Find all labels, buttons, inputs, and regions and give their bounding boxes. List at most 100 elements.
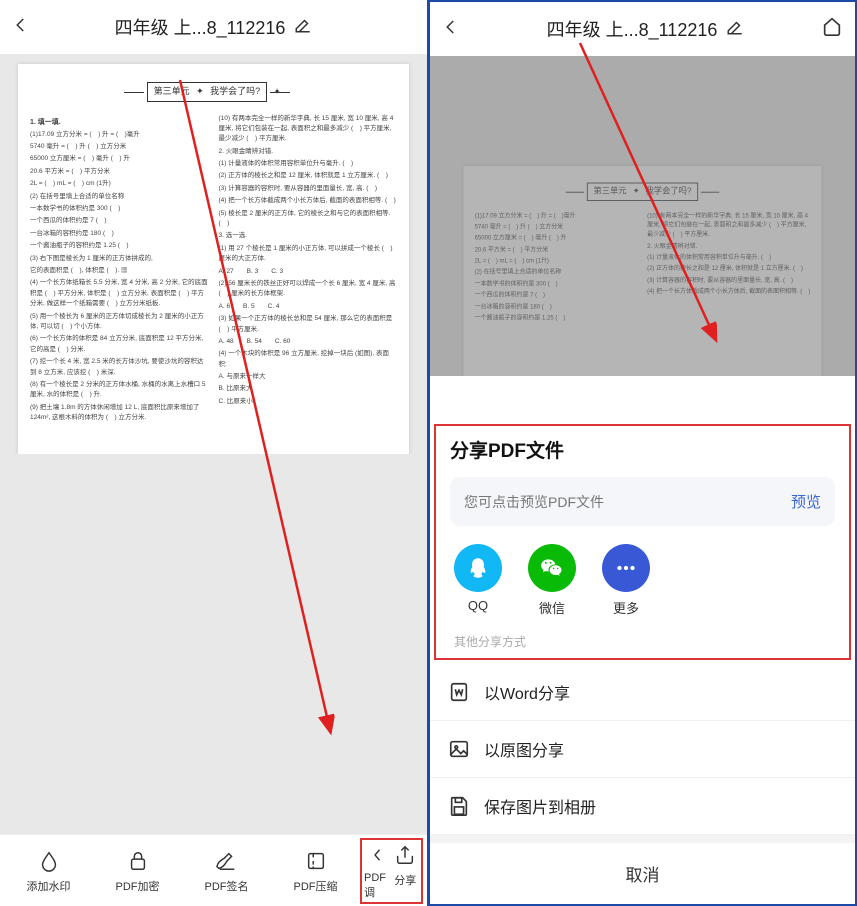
doc-line: (3) 右下图是棱长为 1 厘米的正方体拼成的,	[30, 254, 209, 264]
tool-label: PDF调	[364, 872, 392, 900]
droplet-icon	[38, 848, 60, 874]
page-title: 四年级 上...8_112216	[470, 16, 821, 42]
share-title: 分享PDF文件	[450, 436, 835, 463]
doc-line: (1) 用 27 个棱长是 1 厘米的小正方体, 可以拼成一个棱长 ( ) 厘米…	[219, 244, 398, 265]
header-right: 四年级 上...8_112216	[430, 2, 855, 56]
pen-icon	[216, 848, 238, 874]
lock-icon	[127, 848, 149, 874]
doc-line: 5740 毫升 = ( ) 升 ( ) 立方分米	[30, 142, 209, 152]
doc-line: (7) 挖一个长 4 米, 宽 2.5 米的长方体沙坑, 要使沙坑的容积达到 8…	[30, 357, 209, 378]
doc-line: (2) 在括号里填上合适的单位名称	[30, 192, 209, 202]
back-icon[interactable]	[12, 14, 40, 40]
edit-icon[interactable]	[294, 16, 312, 39]
share-wechat[interactable]: 微信	[528, 544, 576, 617]
doc-line: A. 48 B. 54 C. 60	[219, 337, 398, 347]
watermark-button[interactable]: 添加水印	[4, 848, 93, 894]
list-label: 保存图片到相册	[484, 794, 596, 818]
doc-line: (2) 在括号里填上合适的单位名称	[475, 269, 638, 279]
section-heading: 1. 填一填.	[30, 117, 209, 128]
list-label: 以Word分享	[484, 680, 570, 704]
doc-line: 一台冰箱的容积约是 180 ( )	[30, 229, 209, 239]
word-icon	[448, 681, 470, 703]
doc-line: 一个西瓜的体积约是 7 ( )	[30, 216, 209, 226]
doc-line: (8) 有一个棱长是 2 分米的正方体水桶, 水桶的水离上水槽口 5 厘米, 水…	[30, 380, 209, 401]
back-icon[interactable]	[442, 16, 470, 42]
doc-line: (4) 把一个长方体截成两个小长方体后, 截面的表面积相等. ( )	[647, 288, 810, 298]
encrypt-button[interactable]: PDF加密	[93, 848, 182, 894]
doc-line: 一本数学书的体积约是 300 ( )	[30, 204, 209, 214]
share-more[interactable]: 更多	[602, 544, 650, 617]
doc-line: 一本数学书的体积约是 300 ( )	[475, 280, 638, 290]
share-label: 更多	[613, 598, 639, 617]
doc-banner: 第三单元 ✦ 我学会了吗? ✦	[30, 82, 397, 102]
share-options-row: QQ 微信 更多	[450, 544, 835, 631]
doc-line: (9) 把土壤 1.8m 的方体休闲增加 12 L, 底面积比原来增加了 124…	[30, 403, 209, 424]
compress-icon	[305, 848, 327, 874]
share-qq[interactable]: QQ	[454, 544, 502, 617]
doc-line: (10) 有两本完全一样的新华字典, 长 15 厘米, 宽 10 厘米, 高 4…	[647, 212, 810, 241]
doc-line: (5) 用一个棱长为 6 厘米的正方体切成棱长为 2 厘米的小正方体, 可以切 …	[30, 312, 209, 333]
doc-line: A. 与原来一样大	[219, 372, 398, 382]
bottom-toolbar: 添加水印 PDF加密 PDF签名 PDF压缩 PDF调	[0, 834, 427, 906]
right-screen: 四年级 上...8_112216 第三单元 ✦ 我学会了吗? (1)17.09 …	[428, 0, 857, 906]
doc-column-left: 1. 填一填. (1)17.09 立方分米 = ( ) 升 = ( )毫升 574…	[30, 114, 209, 426]
edit-icon[interactable]	[726, 18, 744, 41]
save-icon	[448, 795, 470, 817]
other-share-label: 其他分享方式	[450, 631, 835, 654]
wechat-icon	[528, 544, 576, 592]
doc-line: 65000 立方厘米 = ( ) 毫升 ( ) 升	[30, 154, 209, 164]
doc-line: 65000 立方厘米 = ( ) 毫升 ( ) 升	[475, 234, 638, 244]
share-main-box: 分享PDF文件 您可点击预览PDF文件 预览 QQ 微信	[434, 424, 851, 660]
cancel-button[interactable]: 取消	[430, 835, 855, 904]
doc-line: 一个酱油瓶子的容积约是 1.25 ( )	[30, 241, 209, 251]
share-highlight-group: PDF调 分享	[360, 838, 423, 904]
doc-line: (1) 计量液体的体积常用容积单位升与毫升. ( )	[647, 253, 810, 263]
doc-line: A. 6 B. 5 C. 4	[219, 302, 398, 312]
doc-line: B. 比原来大	[219, 384, 398, 394]
title-text: 四年级 上...8_112216	[547, 20, 718, 40]
share-word-item[interactable]: 以Word分享	[430, 664, 855, 721]
document-viewer[interactable]: 第三单元 ✦ 我学会了吗? ✦ 1. 填一填. (1)17.09 立方分米 = …	[0, 54, 427, 454]
image-icon	[448, 738, 470, 760]
doc-line: (2) 正方体的棱长之和是 12 厘米, 体积就是 1 立方厘米. ( )	[647, 265, 810, 275]
chevron-left-icon	[369, 842, 387, 868]
doc-line: 它的表面积是 ( ), 体积是 ( ). ▦	[30, 266, 209, 276]
share-button[interactable]: 分享	[392, 842, 420, 900]
doc-line: (4) 一个木块的体积是 96 立方厘米, 挖掉一块后 (如图), 表面积:	[219, 349, 398, 370]
left-screen: 四年级 上...8_112216 第三单元 ✦ 我学会了吗? ✦ 1. 填一填.…	[0, 0, 428, 906]
doc-line: 2L = ( ) mL = ( ) cm (1升)	[30, 179, 209, 189]
home-icon[interactable]	[821, 15, 843, 43]
save-album-item[interactable]: 保存图片到相册	[430, 778, 855, 835]
sign-button[interactable]: PDF签名	[182, 848, 271, 894]
title-text: 四年级 上...8_112216	[115, 18, 286, 38]
share-label: QQ	[468, 598, 488, 613]
doc-line: 20.6 平方米 = ( ) 平方分米	[30, 167, 209, 177]
doc-line: 3. 选一选.	[219, 231, 398, 241]
doc-line: (5) 棱长是 2 厘米的正方体, 它的棱长之和与它的表面积相等. ( )	[219, 209, 398, 230]
pdf-adjust-button[interactable]: PDF调	[364, 842, 392, 900]
preview-button[interactable]: 预览	[791, 491, 821, 512]
share-image-item[interactable]: 以原图分享	[430, 721, 855, 778]
tool-label: 添加水印	[27, 878, 71, 894]
tool-label: 分享	[394, 872, 416, 888]
doc-line: 一个酱油瓶子的容积约是 1.25 ( )	[475, 314, 638, 324]
cancel-label: 取消	[626, 866, 660, 885]
tool-label: PDF压缩	[294, 878, 338, 894]
doc-line: (4) 把一个长方体截成两个小长方体后, 截面的表面积相等. ( )	[219, 196, 398, 206]
share-label: 微信	[539, 598, 565, 617]
page-title: 四年级 上...8_112216	[40, 14, 387, 40]
tool-label: PDF加密	[116, 878, 160, 894]
doc-line: (4) 一个长方体纸箱长 5.5 分米, 宽 4 分米, 高 2 分米, 它的底…	[30, 278, 209, 309]
doc-column-right: (10) 有两本完全一样的新华字典, 长 15 厘米, 宽 10 厘米, 高 4…	[219, 114, 398, 426]
preview-card[interactable]: 您可点击预览PDF文件 预览	[450, 477, 835, 526]
more-icon	[602, 544, 650, 592]
compress-button[interactable]: PDF压缩	[271, 848, 360, 894]
doc-line: (1)17.09 立方分米 = ( ) 升 = ( )毫升	[30, 130, 209, 140]
doc-line: 2. 火眼金睛辨对错.	[219, 147, 398, 157]
doc-line: (2) 正方体的棱长之和是 12 厘米, 体积就是 1 立方厘米. ( )	[219, 171, 398, 181]
doc-line: 2L = ( ) mL = ( ) cm (1升)	[475, 257, 638, 267]
doc-line: (1)17.09 立方分米 = ( ) 升 = ( )毫升	[475, 212, 638, 222]
doc-line: 2. 火眼金睛辨对错.	[647, 242, 810, 252]
tool-label: PDF签名	[205, 878, 249, 894]
doc-line: 20.6 平方米 = ( ) 平方分米	[475, 246, 638, 256]
